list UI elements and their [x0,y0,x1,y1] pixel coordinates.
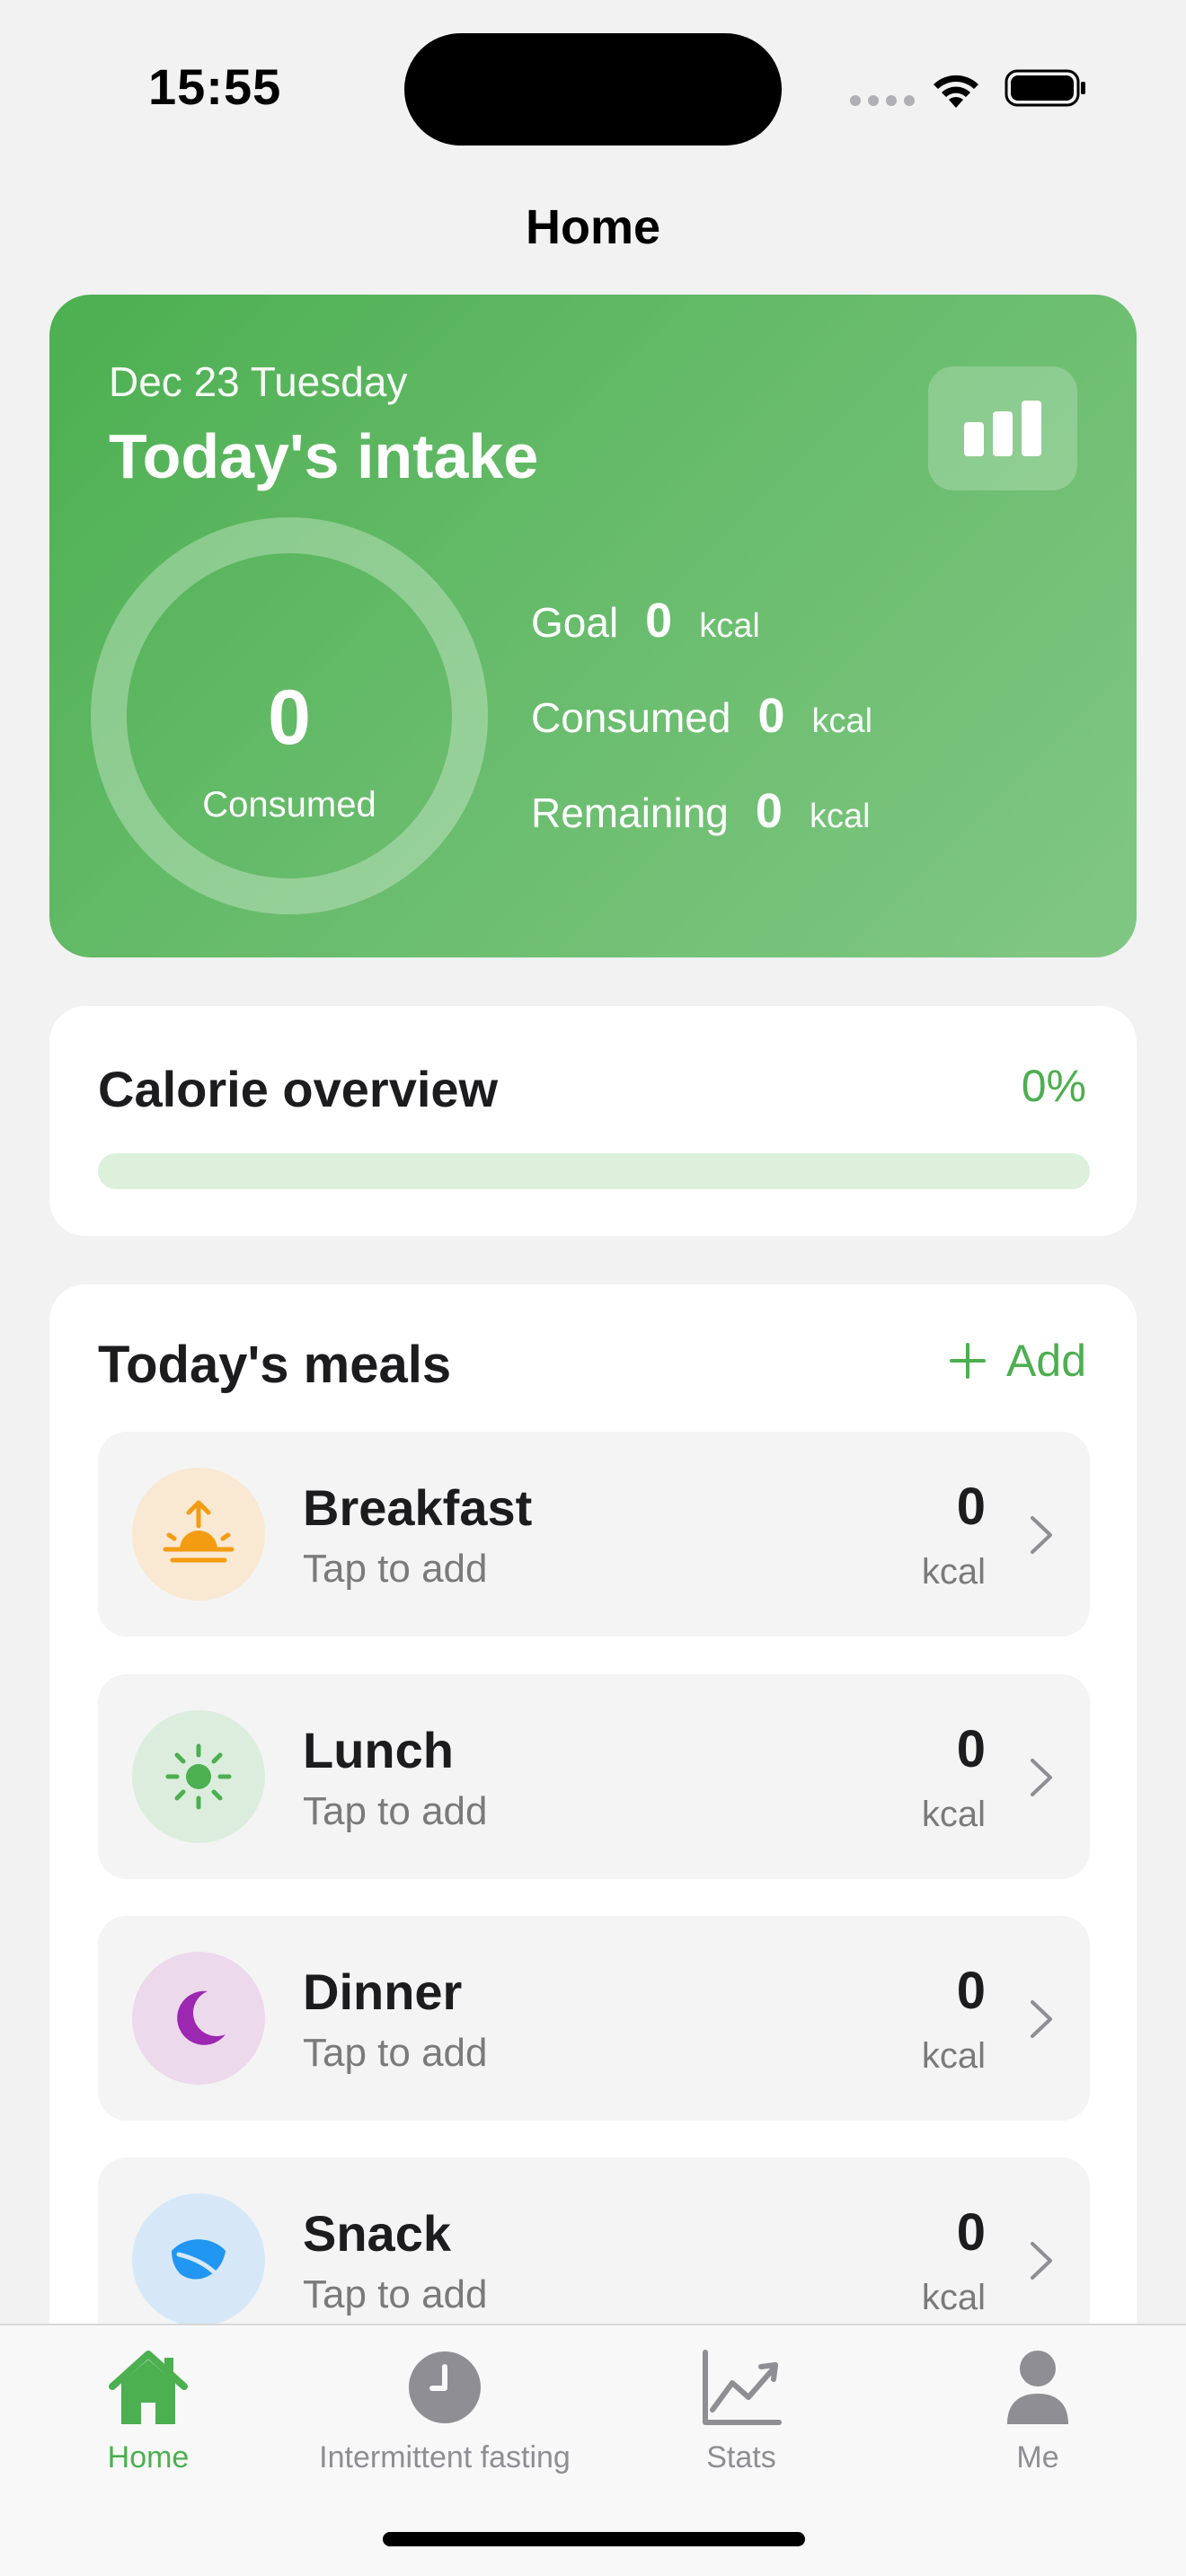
meal-icon-circle [132,1952,265,2085]
meals-card: Today's meals Add Breakfast Tap to add 0… [49,1284,1137,2362]
sun-icon [165,1743,232,1810]
chevron-right-icon [1031,2242,1052,2280]
chevron-right-icon [1031,1759,1052,1796]
stat-unit: kcal [811,702,873,740]
meal-kcal: 0 [956,1478,986,1536]
tab-label: Stats [706,2440,776,2475]
meal-unit: kcal [921,2278,986,2317]
page-title: Home [525,200,661,254]
stat-value: 0 [755,784,783,838]
stat-goal: Goal 0 kcal [531,593,760,648]
stat-remaining: Remaining 0 kcal [531,783,871,839]
stat-value: 0 [645,594,673,648]
add-label: Add [1006,1336,1086,1386]
meal-unit: kcal [921,2036,986,2076]
meal-kcal: 0 [956,1962,986,2020]
meal-item-dinner[interactable]: Dinner Tap to add 0 kcal [98,1916,1090,2121]
meal-hint: Tap to add [303,2031,488,2075]
chart-line-icon [703,2350,782,2425]
intake-ring: 0 Consumed [91,517,488,914]
stat-label: Goal [531,599,619,646]
tab-stats[interactable]: Stats [593,2347,890,2491]
home-indicator [383,2532,805,2546]
dynamic-island [404,33,782,146]
stats-chart-button[interactable] [928,366,1077,490]
calorie-progress-bar [98,1153,1090,1189]
chevron-right-icon [1031,2000,1052,2038]
meal-name: Breakfast [303,1479,533,1536]
stat-value: 0 [757,689,785,743]
meal-icon-circle [132,1710,265,1843]
meal-hint: Tap to add [303,2272,488,2316]
tab-intermittent-fasting[interactable]: Intermittent fasting [296,2347,593,2491]
intake-card: Dec 23 Tuesday Today's intake 0 Consumed… [49,295,1137,957]
tab-label: Intermittent fasting [319,2440,571,2475]
leaf-icon [172,2239,226,2280]
ring-value: 0 [268,675,311,761]
overview-percent: 0% [1021,1061,1086,1111]
clock-icon [409,2351,481,2423]
meal-kcal: 0 [956,1720,986,1778]
stat-label: Remaining [531,790,729,836]
ring-label: Consumed [202,785,376,825]
person-icon [1007,2351,1068,2424]
wifi-icon [934,75,978,108]
home-icon [109,2351,188,2424]
intake-date: Dec 23 Tuesday [109,358,408,405]
stat-unit: kcal [699,607,760,645]
battery-icon [1005,69,1085,107]
stat-consumed: Consumed 0 kcal [531,688,872,744]
meals-title: Today's meals [98,1336,452,1394]
cellular-signal-icon [850,95,915,106]
tab-me[interactable]: Me [890,2347,1186,2491]
status-time: 15:55 [148,58,282,115]
meal-hint: Tap to add [303,1547,488,1591]
meal-icon-circle [132,2193,265,2326]
meal-unit: kcal [921,1795,986,1834]
chevron-right-icon [1031,1516,1052,1554]
sunrise-icon [163,1500,235,1563]
meal-item-lunch[interactable]: Lunch Tap to add 0 kcal [98,1674,1090,1879]
plus-icon [950,1343,987,1379]
meal-icon-circle [132,1468,265,1601]
stat-label: Consumed [531,694,731,741]
tab-home[interactable]: Home [0,2347,296,2491]
bar-chart-icon [964,401,1041,456]
tab-label: Home [107,2440,190,2475]
meal-name: Dinner [303,1963,463,2020]
meal-unit: kcal [921,1552,986,1592]
meal-hint: Tap to add [303,1789,488,1833]
moon-icon [177,1990,226,2045]
add-meal-button[interactable]: Add [949,1335,1086,1387]
tab-label: Me [1016,2440,1059,2475]
overview-title: Calorie overview [98,1061,499,1117]
meal-kcal: 0 [956,2203,986,2262]
calorie-overview-card: Calorie overview 0% [49,1006,1137,1236]
intake-title: Today's intake [109,421,539,491]
meal-name: Lunch [303,1722,454,1778]
stat-unit: kcal [809,798,871,835]
meal-item-breakfast[interactable]: Breakfast Tap to add 0 kcal [98,1432,1090,1636]
meal-name: Snack [303,2205,451,2262]
